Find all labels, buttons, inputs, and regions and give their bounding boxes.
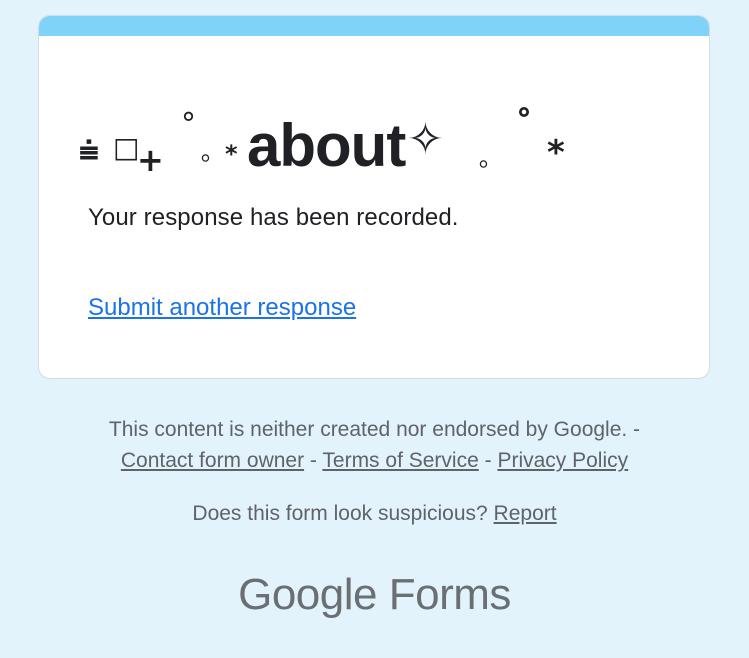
confirmation-message: Your response has been recorded.: [88, 204, 459, 231]
title-symbol-2: □: [113, 131, 140, 164]
title-symbol-1: ⩧: [79, 131, 99, 171]
title-deco-5: ˚: [515, 107, 533, 148]
title-word: about: [247, 112, 406, 179]
suspicious-question: Does this form look suspicious?: [192, 502, 488, 525]
privacy-policy-link[interactable]: Privacy Policy: [497, 449, 628, 472]
card-accent-bar: [39, 16, 709, 36]
title-deco-2: ｡: [201, 138, 213, 166]
footer-separator: -: [478, 449, 498, 472]
google-forms-logo[interactable]: Google Forms: [0, 566, 749, 624]
response-card: ⩧ □ + ° ｡ * about ✧ ｡ ˚ * Your response …: [38, 15, 710, 379]
title-symbol-3: +: [137, 141, 164, 179]
title-deco-3: *: [225, 140, 238, 168]
submit-another-response-link[interactable]: Submit another response: [88, 294, 356, 322]
footer-links: Contact form owner - Terms of Service - …: [0, 445, 749, 476]
report-link[interactable]: Report: [494, 502, 557, 525]
sparkle-icon: ✧: [407, 114, 444, 165]
footer-separator: -: [304, 449, 323, 472]
google-wordmark: Google: [238, 570, 377, 619]
forms-wordmark: Forms: [388, 570, 512, 619]
form-title: ⩧ □ + ° ｡ * about ✧ ｡ ˚ *: [79, 96, 679, 179]
disclaimer-text: This content is neither created nor endo…: [108, 418, 641, 441]
footer-disclaimer: This content is neither created nor endo…: [0, 414, 749, 476]
title-deco-6: *: [547, 133, 565, 173]
contact-form-owner-link[interactable]: Contact form owner: [121, 449, 304, 472]
suspicious-form-notice: Does this form look suspicious? Report: [0, 498, 749, 529]
title-deco-1: °: [181, 107, 196, 142]
terms-of-service-link[interactable]: Terms of Service: [322, 449, 478, 472]
title-deco-4: ｡: [479, 144, 491, 172]
